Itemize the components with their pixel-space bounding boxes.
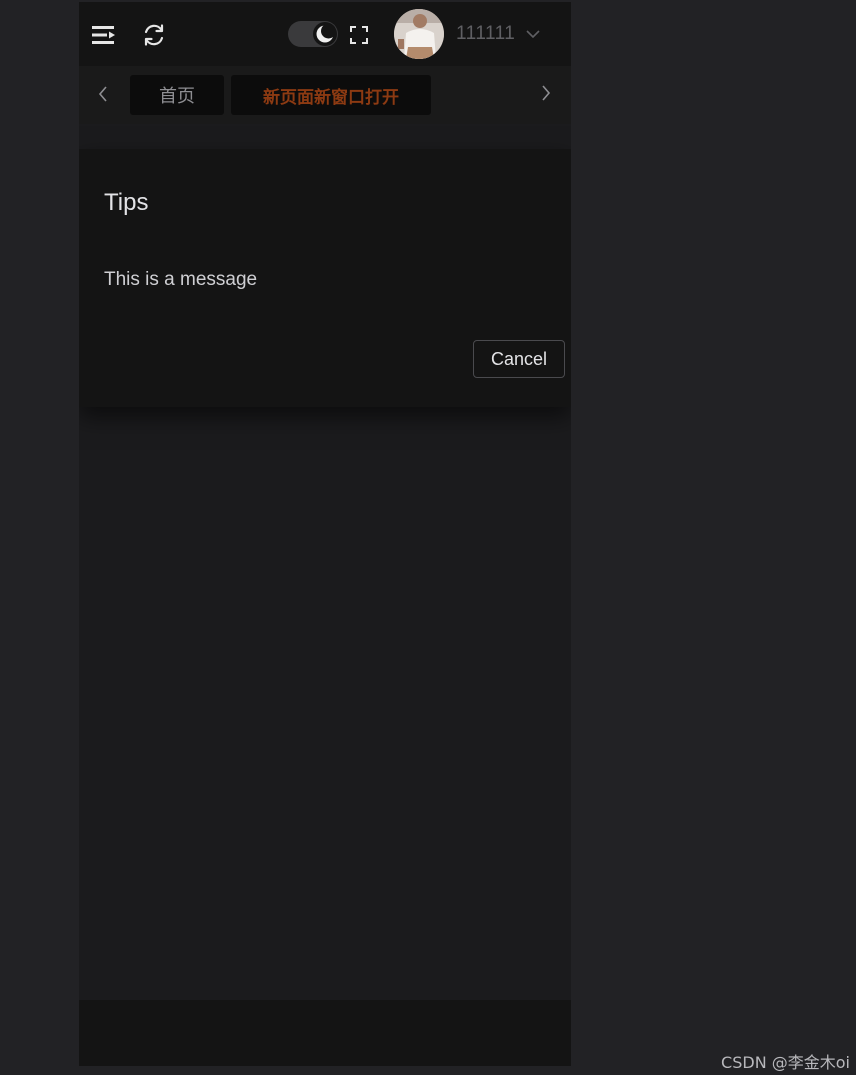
dialog-message: This is a message: [104, 269, 258, 290]
fullscreen-icon[interactable]: [345, 21, 373, 49]
chevron-down-icon[interactable]: [525, 26, 541, 42]
tags-view-bar: 首页 新页面新窗口打开: [79, 66, 571, 124]
menu-fold-icon[interactable]: [90, 21, 118, 49]
tag-home[interactable]: 首页: [130, 75, 224, 115]
moon-icon: [313, 22, 337, 46]
message-box-dialog: Tips This is a message Cancel: [79, 149, 571, 407]
cancel-button[interactable]: Cancel: [473, 340, 565, 378]
dialog-title: Tips: [104, 189, 149, 216]
app-window: 111111 首页 新页面新窗口打开 Tips This is a messag…: [79, 2, 571, 1066]
watermark: CSDN @李金木oi: [721, 1053, 850, 1072]
screen: 111111 首页 新页面新窗口打开 Tips This is a messag…: [0, 0, 856, 1075]
theme-toggle[interactable]: [288, 21, 338, 47]
user-avatar[interactable]: [394, 9, 444, 59]
top-header: 111111: [79, 2, 571, 66]
footer: [79, 1000, 571, 1066]
chevron-left-icon[interactable]: [93, 82, 113, 106]
refresh-icon[interactable]: [140, 21, 168, 49]
tag-new-window[interactable]: 新页面新窗口打开: [231, 75, 431, 115]
chevron-right-icon[interactable]: [536, 81, 556, 105]
user-name[interactable]: 111111: [456, 23, 515, 45]
